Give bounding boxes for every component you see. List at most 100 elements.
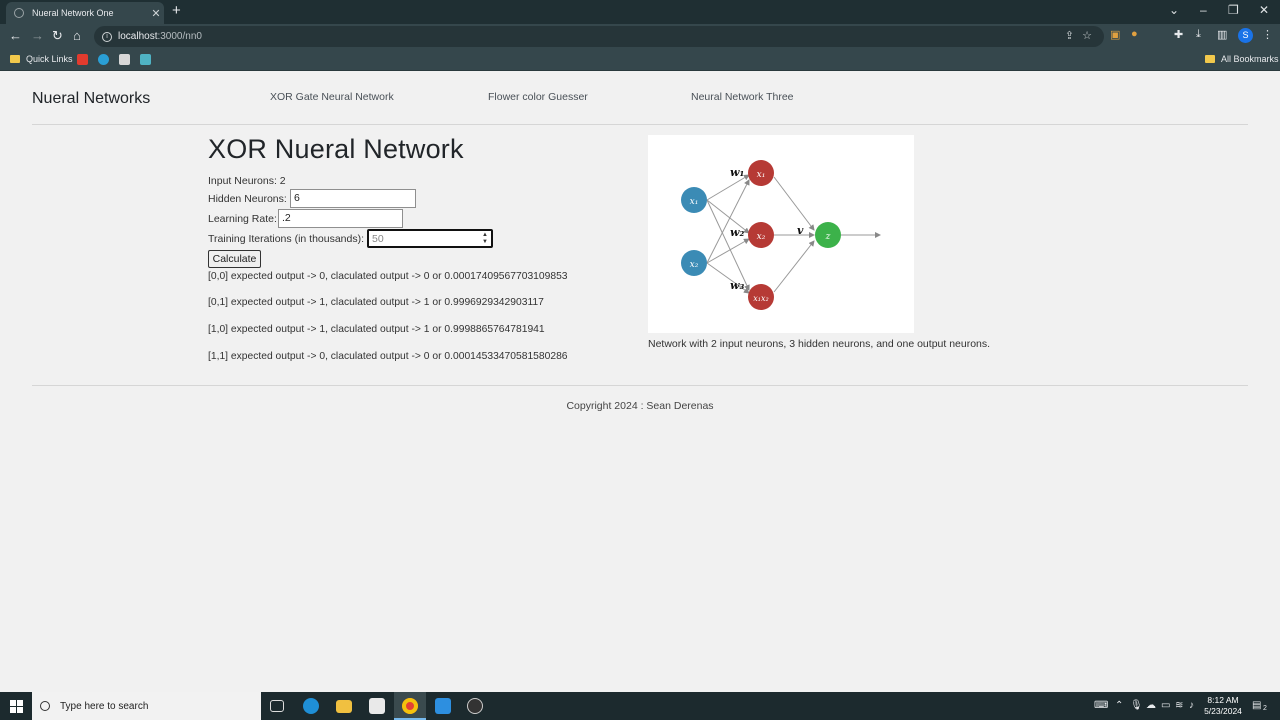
back-icon[interactable]: ← — [9, 28, 22, 44]
edge-icon[interactable] — [303, 698, 319, 714]
hidden-neuron-label: x₁x₂ — [753, 294, 768, 303]
profile-avatar[interactable]: S — [1238, 28, 1253, 43]
header-divider — [32, 124, 1248, 125]
result-line: [0,0] expected output -> 0, claculated o… — [208, 271, 568, 282]
wifi-icon[interactable]: ≋ — [1175, 700, 1183, 711]
input-neurons-label: Input Neurons: 2 — [208, 175, 286, 187]
edge — [706, 199, 750, 291]
folder-icon — [10, 55, 20, 63]
volume-icon[interactable]: ♪ — [1189, 700, 1194, 711]
v-label: v — [797, 224, 804, 237]
browser-titlebar: Nueral Network One ✕ + ⌄ – ❐ ✕ — [0, 0, 1280, 24]
iterations-label: Training Iterations (in thousands): — [208, 233, 365, 245]
windows-start-icon[interactable] — [10, 700, 23, 713]
taskbar-clock[interactable]: 8:12 AM 5/23/2024 — [1200, 695, 1246, 717]
task-view-icon[interactable] — [270, 700, 284, 712]
obs-icon[interactable] — [467, 698, 483, 714]
output-neuron-label: z — [825, 232, 831, 242]
menu-kebab-icon[interactable]: ⋮ — [1262, 28, 1273, 41]
edge — [773, 176, 815, 231]
close-window-icon[interactable]: ✕ — [1259, 3, 1269, 17]
minimize-icon[interactable]: – — [1200, 3, 1207, 17]
keyboard-icon[interactable]: ⌨ — [1094, 700, 1108, 711]
taskbar-search[interactable]: Type here to search — [32, 692, 261, 720]
url-path: :3000/nn0 — [157, 31, 202, 42]
browser-tab[interactable]: Nueral Network One ✕ — [6, 2, 164, 24]
folder-icon — [1205, 55, 1215, 63]
extension-cookie-icon[interactable]: ● — [1131, 28, 1138, 40]
number-spinner-icon[interactable]: ▲ ▼ — [482, 232, 488, 246]
input-neuron-label: x₁ — [690, 197, 699, 207]
learning-rate-label: Learning Rate: — [208, 213, 277, 225]
new-tab-button[interactable]: + — [172, 3, 181, 19]
youtube-icon[interactable] — [77, 54, 88, 65]
bookmark-quick-links[interactable]: Quick Links — [10, 54, 73, 64]
iterations-value: 50 — [372, 233, 384, 245]
address-bar[interactable]: i localhost:3000/nn0 ⇪ ☆ — [94, 26, 1104, 47]
file-explorer-icon[interactable] — [336, 700, 352, 713]
reload-icon[interactable]: ↻ — [52, 28, 63, 44]
weight-label: w₃ — [730, 279, 744, 292]
bookmark-label: Quick Links — [26, 54, 73, 64]
result-line: [0,1] expected output -> 1, claculated o… — [208, 297, 544, 308]
extension-icon[interactable]: ▣ — [1110, 28, 1120, 41]
navbar-brand[interactable]: Nueral Networks — [32, 90, 150, 108]
bookmark-star-icon[interactable]: ☆ — [1082, 29, 1092, 42]
site-icon[interactable] — [119, 54, 130, 65]
hidden-neuron-label: x₂ — [757, 232, 766, 242]
share-icon[interactable]: ⇪ — [1065, 29, 1074, 42]
restore-icon[interactable]: ❐ — [1228, 3, 1239, 17]
bookmark-all[interactable]: All Bookmarks — [1205, 54, 1279, 64]
taskbar: Type here to search ⌨ ⌃ 🎙 ☁ ▭ ≋ ♪ 8:12 A… — [0, 692, 1280, 720]
hidden-neurons-input[interactable]: 6 — [290, 189, 416, 208]
tab-title: Nueral Network One — [32, 8, 114, 18]
onedrive-icon[interactable]: ☁ — [1146, 700, 1156, 711]
network-diagram: w₁ w₂ w₃ v x₁ x₂ x₁ x₂ x₁x₂ z — [648, 135, 914, 333]
url-host: localhost — [118, 31, 158, 42]
nav-link-xor[interactable]: XOR Gate Neural Network — [270, 91, 394, 103]
play-icon[interactable] — [98, 54, 109, 65]
weight-label: w₁ — [730, 166, 744, 179]
search-placeholder: Type here to search — [60, 700, 149, 712]
microphone-icon[interactable]: 🎙 — [1130, 700, 1143, 711]
globe-icon — [14, 8, 24, 18]
clock-time: 8:12 AM — [1207, 695, 1239, 705]
home-icon[interactable]: ⌂ — [73, 28, 81, 44]
page-title: XOR Nueral Network — [208, 134, 464, 164]
bookmark-label: All Bookmarks — [1221, 54, 1279, 64]
chrome-icon[interactable] — [402, 698, 418, 714]
bookmarks-bar: Quick Links All Bookmarks — [0, 49, 1280, 71]
show-hidden-icons[interactable]: ⌃ — [1115, 700, 1123, 711]
side-panel-icon[interactable]: ▥ — [1217, 28, 1227, 41]
store-icon[interactable] — [369, 698, 385, 714]
forward-icon[interactable]: → — [31, 28, 44, 44]
footer-copyright: Copyright 2024 : Sean Derenas — [566, 400, 714, 412]
input-neuron-label: x₂ — [690, 260, 699, 270]
edge — [773, 240, 815, 293]
network-diagram-svg: w₁ w₂ w₃ v x₁ x₂ x₁ x₂ x₁x₂ z — [681, 160, 881, 310]
browser-toolbar: ← → ↻ ⌂ i localhost:3000/nn0 ⇪ ☆ ▣ ● ✚ ⤓… — [0, 24, 1280, 49]
notifications-icon[interactable]: ▤ — [1252, 700, 1261, 711]
calculate-button[interactable]: Calculate — [208, 250, 261, 268]
learning-rate-input[interactable]: .2 — [278, 209, 403, 228]
weight-label: w₂ — [730, 226, 744, 239]
hidden-neuron-label: x₁ — [757, 170, 766, 180]
notification-count: 2 — [1263, 705, 1267, 712]
iterations-input[interactable]: 50 ▲ ▼ — [367, 229, 493, 248]
search-icon — [40, 701, 50, 711]
clock-date: 5/23/2024 — [1204, 706, 1242, 716]
vscode-icon[interactable] — [435, 698, 451, 714]
nav-link-three[interactable]: Neural Network Three — [691, 91, 794, 103]
diagram-caption: Network with 2 input neurons, 3 hidden n… — [648, 338, 991, 350]
extensions-puzzle-icon[interactable]: ✚ — [1174, 28, 1183, 41]
download-icon[interactable]: ⤓ — [1196, 28, 1201, 41]
result-line: [1,0] expected output -> 1, claculated o… — [208, 324, 545, 335]
site-info-icon[interactable]: i — [102, 31, 112, 42]
hidden-neurons-label: Hidden Neurons: — [208, 193, 287, 205]
tab-search-icon[interactable]: ⌄ — [1169, 3, 1179, 17]
app-icon[interactable] — [140, 54, 151, 65]
battery-icon[interactable]: ▭ — [1161, 700, 1170, 711]
result-line: [1,1] expected output -> 0, claculated o… — [208, 351, 568, 362]
tab-close-icon[interactable]: ✕ — [148, 7, 164, 20]
nav-link-flower[interactable]: Flower color Guesser — [488, 91, 588, 103]
